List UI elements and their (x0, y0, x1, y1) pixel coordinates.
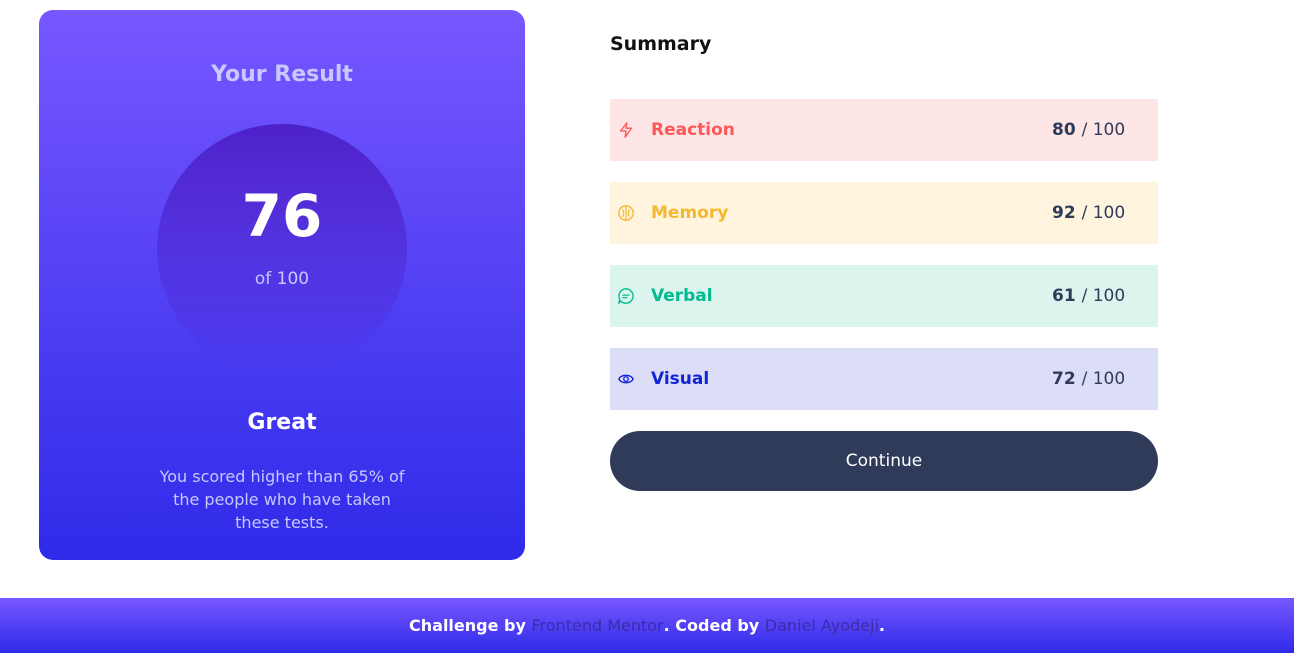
summary-row-reaction: Reaction 80 / 100 (610, 99, 1158, 161)
brain-icon (618, 205, 634, 221)
footer: Challenge by Frontend Mentor. Coded by D… (0, 598, 1294, 653)
summary-row-visual: Visual 72 / 100 (610, 348, 1158, 410)
eye-icon (618, 374, 634, 384)
author-link[interactable]: Daniel Ayodeji (765, 616, 879, 635)
summary-row-memory: Memory 92 / 100 (610, 182, 1158, 244)
rating-description: You scored higher than 65% of the people… (159, 467, 405, 532)
score-of-label: of 100 (254, 269, 310, 289)
summary-row-label: Verbal (651, 286, 713, 306)
lightning-icon (619, 122, 633, 138)
continue-button[interactable]: Continue (610, 431, 1158, 491)
summary-row-label: Visual (651, 369, 710, 389)
summary-row-label: Memory (651, 203, 729, 223)
summary-row-verbal: Verbal 61 / 100 (610, 265, 1158, 327)
summary-row-score: 92 / 100 (1052, 203, 1125, 223)
score-total: / 100 (1081, 286, 1126, 306)
summary-row-score: 61 / 100 (1052, 286, 1125, 306)
score-total: / 100 (1081, 203, 1126, 223)
score-number: 72 (1052, 369, 1076, 389)
summary-row-score: 80 / 100 (1052, 120, 1125, 140)
result-card: Your Result 76 of 100 Great You scored h… (39, 10, 525, 560)
frontend-mentor-link[interactable]: Frontend Mentor (532, 616, 664, 635)
score-number: 61 (1052, 286, 1076, 306)
score-circle: 76 of 100 (157, 124, 407, 374)
score-total: / 100 (1081, 369, 1126, 389)
result-title: Your Result (211, 62, 353, 87)
score-number: 80 (1052, 120, 1076, 140)
summary-row-label: Reaction (651, 120, 735, 140)
rating-title: Great (247, 410, 317, 435)
summary-row-score: 72 / 100 (1052, 369, 1125, 389)
score-value: 76 (241, 182, 323, 250)
chat-icon (618, 288, 634, 304)
footer-middle: . Coded by (663, 616, 760, 635)
summary-title: Summary (610, 33, 712, 55)
footer-prefix: Challenge by (409, 616, 526, 635)
score-number: 92 (1052, 203, 1076, 223)
footer-suffix: . (878, 616, 885, 635)
score-total: / 100 (1081, 120, 1126, 140)
